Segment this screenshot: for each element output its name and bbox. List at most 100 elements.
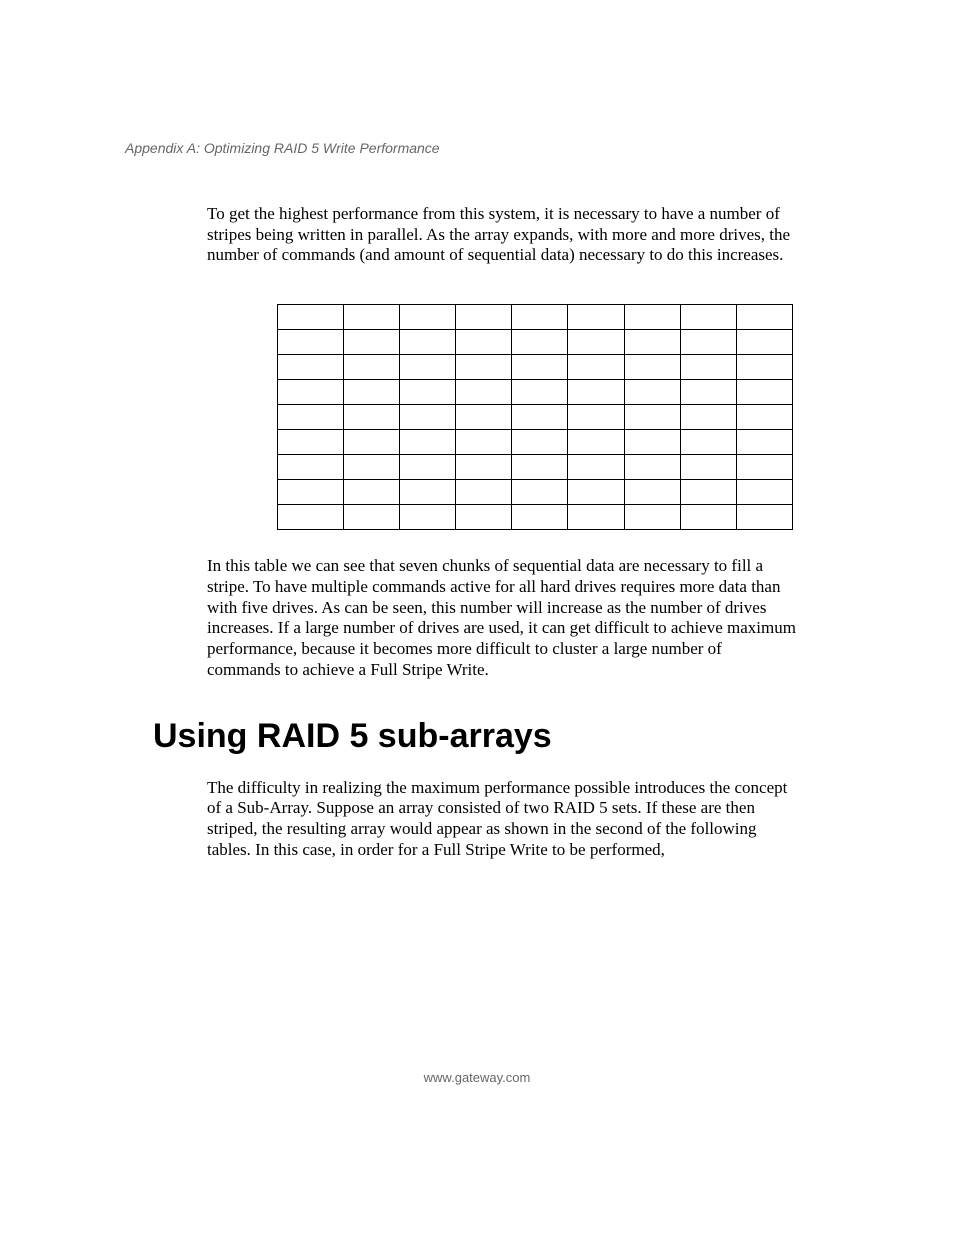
table-cell: [736, 505, 792, 530]
table-cell: [568, 305, 624, 330]
table-cell: [680, 355, 736, 380]
table-cell: [736, 355, 792, 380]
table-cell: [512, 330, 568, 355]
table-cell: [343, 355, 399, 380]
table-cell: [568, 380, 624, 405]
table-cell: [512, 480, 568, 505]
table-cell: [736, 380, 792, 405]
table-row: [278, 355, 793, 380]
paragraph-table-explain: In this table we can see that seven chun…: [207, 556, 796, 680]
table-cell: [456, 405, 512, 430]
table-cell: [736, 430, 792, 455]
table-cell: [343, 330, 399, 355]
table-cell: [680, 455, 736, 480]
stripe-table: [277, 304, 793, 530]
table-cell: [456, 430, 512, 455]
table-cell: [456, 380, 512, 405]
table-cell: [343, 380, 399, 405]
table-cell: [400, 480, 456, 505]
table-cell: [456, 480, 512, 505]
table-cell: [278, 355, 344, 380]
section-heading: Using RAID 5 sub-arrays: [153, 717, 796, 756]
table-cell: [343, 455, 399, 480]
table-cell: [456, 305, 512, 330]
table-cell: [736, 480, 792, 505]
table-row: [278, 480, 793, 505]
paragraph-subarrays: The difficulty in realizing the maximum …: [207, 778, 796, 861]
table-cell: [456, 330, 512, 355]
table-cell: [568, 405, 624, 430]
table-cell: [278, 480, 344, 505]
table-row: [278, 405, 793, 430]
table-row: [278, 430, 793, 455]
table-cell: [512, 455, 568, 480]
table-cell: [624, 505, 680, 530]
table-cell: [278, 455, 344, 480]
table-cell: [736, 455, 792, 480]
table-cell: [624, 405, 680, 430]
table-cell: [343, 480, 399, 505]
table-cell: [568, 480, 624, 505]
running-header: Appendix A: Optimizing RAID 5 Write Perf…: [125, 140, 796, 156]
spacer: [125, 266, 796, 284]
table-cell: [512, 405, 568, 430]
table-cell: [680, 505, 736, 530]
table-cell: [624, 480, 680, 505]
table-cell: [512, 305, 568, 330]
table-cell: [680, 405, 736, 430]
table-cell: [400, 405, 456, 430]
stripe-tbody: [278, 305, 793, 530]
table-cell: [568, 505, 624, 530]
table-row: [278, 305, 793, 330]
footer-url: www.gateway.com: [0, 1070, 954, 1085]
paragraph-intro: To get the highest performance from this…: [207, 204, 796, 266]
table-cell: [400, 505, 456, 530]
table-cell: [624, 455, 680, 480]
table-cell: [343, 405, 399, 430]
table-cell: [512, 430, 568, 455]
table-cell: [624, 380, 680, 405]
table-cell: [343, 305, 399, 330]
table-row: [278, 455, 793, 480]
stripe-table-wrap: [277, 304, 793, 530]
table-cell: [456, 455, 512, 480]
table-cell: [624, 355, 680, 380]
table-cell: [278, 330, 344, 355]
table-cell: [400, 380, 456, 405]
table-cell: [736, 330, 792, 355]
table-cell: [343, 430, 399, 455]
table-row: [278, 330, 793, 355]
table-row: [278, 380, 793, 405]
table-cell: [624, 330, 680, 355]
document-page: Appendix A: Optimizing RAID 5 Write Perf…: [0, 0, 954, 1235]
table-cell: [512, 380, 568, 405]
table-cell: [568, 455, 624, 480]
table-cell: [400, 430, 456, 455]
table-cell: [680, 430, 736, 455]
table-cell: [680, 380, 736, 405]
table-row: [278, 505, 793, 530]
table-cell: [512, 355, 568, 380]
table-cell: [680, 480, 736, 505]
table-cell: [680, 305, 736, 330]
table-cell: [568, 330, 624, 355]
table-cell: [624, 430, 680, 455]
table-cell: [736, 405, 792, 430]
table-cell: [624, 305, 680, 330]
table-cell: [343, 505, 399, 530]
table-cell: [512, 505, 568, 530]
table-cell: [400, 355, 456, 380]
table-cell: [400, 330, 456, 355]
table-cell: [278, 430, 344, 455]
table-cell: [736, 305, 792, 330]
table-cell: [456, 355, 512, 380]
table-cell: [400, 455, 456, 480]
table-cell: [278, 380, 344, 405]
table-cell: [680, 330, 736, 355]
table-cell: [278, 405, 344, 430]
table-cell: [568, 430, 624, 455]
table-cell: [456, 505, 512, 530]
table-cell: [278, 505, 344, 530]
table-cell: [568, 355, 624, 380]
table-cell: [278, 305, 344, 330]
